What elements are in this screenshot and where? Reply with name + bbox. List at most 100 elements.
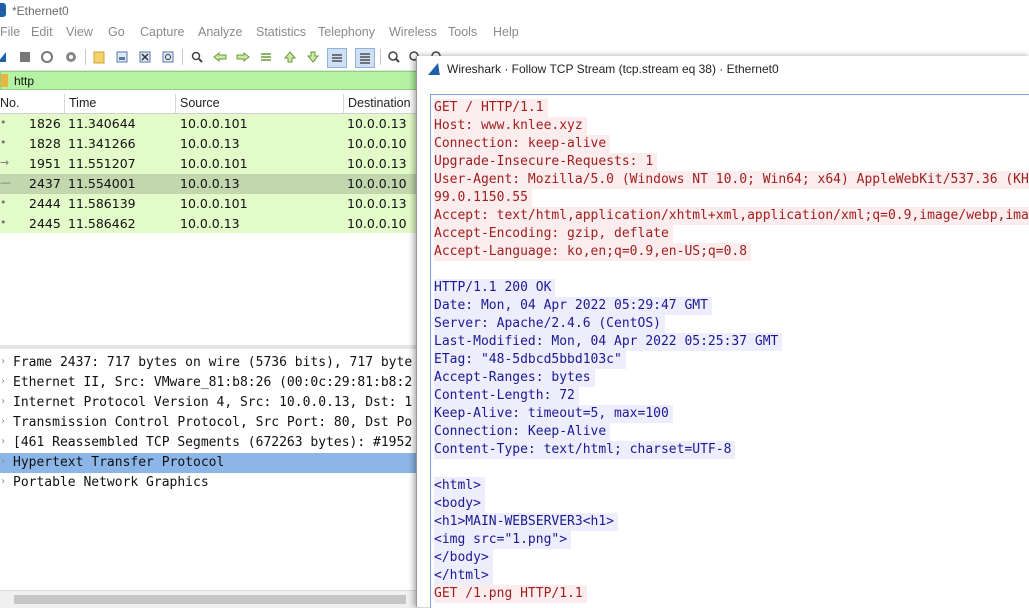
menu-telephony[interactable]: Telephony (318, 25, 375, 39)
packet-row[interactable]: → 1951 11.551207 10.0.0.101 10.0.0.13 (0, 154, 420, 174)
expand-arrow-icon[interactable]: › (0, 356, 6, 367)
packet-marker: — (0, 176, 11, 189)
server-stream-line: Content-Length: 72 (434, 387, 579, 405)
packet-row[interactable]: • 2445 11.586462 10.0.0.13 10.0.0.10 (0, 214, 420, 234)
column-divider[interactable] (175, 94, 176, 113)
menu-analyze[interactable]: Analyze (198, 25, 242, 39)
menu-wireless[interactable]: Wireless (389, 25, 437, 39)
expand-arrow-icon[interactable]: › (0, 456, 6, 467)
dialog-title-bar[interactable]: Wireshark · Follow TCP Stream (tcp.strea… (417, 56, 1029, 82)
packet-no: 1951 (29, 156, 61, 171)
packet-row[interactable]: • 2444 11.586139 10.0.0.101 10.0.0.13 (0, 194, 420, 214)
pane-splitter[interactable] (0, 345, 420, 349)
server-stream-line: Accept-Ranges: bytes (434, 369, 595, 387)
zoom-in-icon[interactable] (385, 48, 403, 66)
server-stream-line: <img src="1.png"> (434, 531, 572, 549)
menu-edit[interactable]: Edit (31, 25, 53, 39)
column-divider[interactable] (343, 94, 344, 113)
menu-file[interactable]: File (0, 25, 20, 39)
packet-row[interactable]: • 1828 11.341266 10.0.0.13 10.0.0.10 (0, 134, 420, 154)
detail-row-frame[interactable]: › Frame 2437: 717 bytes on wire (5736 bi… (0, 353, 420, 373)
blank-stream-line (434, 459, 438, 477)
column-header-source[interactable]: Source (180, 96, 220, 110)
detail-row-http-selected[interactable]: › Hypertext Transfer Protocol (0, 453, 420, 473)
detail-label: Internet Protocol Version 4, Src: 10.0.0… (13, 395, 413, 410)
bookmark-icon[interactable] (1, 74, 8, 87)
go-to-packet-icon[interactable] (257, 48, 275, 66)
colorize-icon[interactable] (355, 48, 375, 68)
autoscroll-icon[interactable] (327, 48, 347, 68)
toolbar-separator (380, 49, 381, 65)
detail-label: Ethernet II, Src: VMware_81:b8:26 (00:0c… (13, 375, 413, 390)
find-icon[interactable] (188, 48, 206, 66)
packet-details-pane: › Frame 2437: 717 bytes on wire (5736 bi… (0, 351, 420, 591)
packet-marker: • (0, 136, 7, 149)
server-stream-line: Connection: Keep-Alive (434, 423, 611, 441)
last-packet-icon[interactable] (304, 48, 322, 66)
expand-arrow-icon[interactable]: › (0, 396, 6, 407)
title-bar: *Ethernet0 (0, 0, 1029, 22)
packet-source: 10.0.0.13 (180, 176, 240, 191)
column-header-destination[interactable]: Destination (348, 96, 411, 110)
client-stream-line: GET /1.png HTTP/1.1 (434, 585, 587, 603)
detail-row-png[interactable]: › Portable Network Graphics (0, 473, 420, 493)
server-stream-line: ETag: "48-5dbcd5bbd103c" (434, 351, 626, 369)
display-filter-input[interactable]: http (14, 74, 34, 88)
reload-icon[interactable] (159, 48, 177, 66)
server-stream-line: Last-Modified: Mon, 04 Apr 2022 05:25:37… (434, 333, 783, 351)
scrollbar-thumb[interactable] (14, 595, 406, 604)
first-packet-icon[interactable] (281, 48, 299, 66)
expand-arrow-icon[interactable]: › (0, 376, 6, 387)
packet-destination: 10.0.0.13 (347, 196, 407, 211)
packet-destination: 10.0.0.13 (347, 156, 407, 171)
server-stream-line: Content-Type: text/html; charset=UTF-8 (434, 441, 736, 459)
stream-content[interactable]: GET / HTTP/1.1 Host: www.knlee.xyz Connect… (430, 94, 1029, 608)
detail-label: Hypertext Transfer Protocol (13, 455, 225, 470)
expand-arrow-icon[interactable]: › (0, 416, 6, 427)
detail-row-reassembled[interactable]: › [461 Reassembled TCP Segments (672263 … (0, 433, 420, 453)
expand-arrow-icon[interactable]: › (0, 476, 6, 487)
detail-row-tcp[interactable]: › Transmission Control Protocol, Src Por… (0, 413, 420, 433)
detail-row-ethernet[interactable]: › Ethernet II, Src: VMware_81:b8:26 (00:… (0, 373, 420, 393)
packet-marker: • (0, 216, 7, 229)
expand-arrow-icon[interactable]: › (0, 436, 6, 447)
packet-destination: 10.0.0.10 (347, 176, 407, 191)
column-header-no[interactable]: No. (0, 96, 19, 110)
client-stream-line: Host: www.knlee.xyz (434, 117, 587, 135)
window-title: *Ethernet0 (12, 4, 69, 18)
client-stream-line: Accept-Language: ko,en;q=0.9,en-US;q=0.8 (434, 243, 752, 261)
close-file-icon[interactable] (136, 48, 154, 66)
menu-help[interactable]: Help (493, 25, 519, 39)
client-stream-line: User-Agent: Mozilla/5.0 (Windows NT 10.0… (434, 171, 1029, 189)
menu-tools[interactable]: Tools (448, 25, 477, 39)
client-stream-line: Upgrade-Insecure-Requests: 1 (434, 153, 658, 171)
detail-label: Frame 2437: 717 bytes on wire (5736 bits… (13, 355, 413, 370)
display-filter-bar[interactable]: http (0, 71, 420, 90)
open-file-icon[interactable] (90, 48, 108, 66)
column-header-time[interactable]: Time (69, 96, 96, 110)
save-icon[interactable] (113, 48, 131, 66)
column-divider[interactable] (64, 94, 65, 113)
packet-row[interactable]: • 1826 11.340644 10.0.0.101 10.0.0.13 (0, 114, 420, 134)
forward-icon[interactable] (234, 48, 252, 66)
restart-icon[interactable] (38, 48, 56, 66)
packet-row-selected[interactable]: — 2437 11.554001 10.0.0.13 10.0.0.10 (0, 174, 420, 194)
server-stream-line: Server: Apache/2.4.6 (CentOS) (434, 315, 665, 333)
menu-bar: File Edit View Go Capture Analyze Statis… (0, 22, 1029, 44)
packet-source: 10.0.0.101 (180, 196, 248, 211)
packet-list-header: No. Time Source Destination (0, 94, 420, 114)
menu-go[interactable]: Go (108, 25, 125, 39)
packet-source: 10.0.0.13 (180, 216, 240, 231)
menu-view[interactable]: View (66, 25, 93, 39)
menu-statistics[interactable]: Statistics (256, 25, 306, 39)
options-icon[interactable] (62, 48, 80, 66)
packet-no: 2444 (29, 196, 61, 211)
horizontal-scrollbar[interactable] (0, 590, 420, 608)
menu-capture[interactable]: Capture (140, 25, 184, 39)
back-icon[interactable] (211, 48, 229, 66)
client-stream-line: Accept: text/html,application/xhtml+xml,… (434, 207, 1029, 225)
detail-row-ip[interactable]: › Internet Protocol Version 4, Src: 10.0… (0, 393, 420, 413)
shark-fin-icon[interactable] (0, 48, 12, 66)
stop-icon[interactable] (16, 48, 34, 66)
packet-destination: 10.0.0.13 (347, 116, 407, 131)
